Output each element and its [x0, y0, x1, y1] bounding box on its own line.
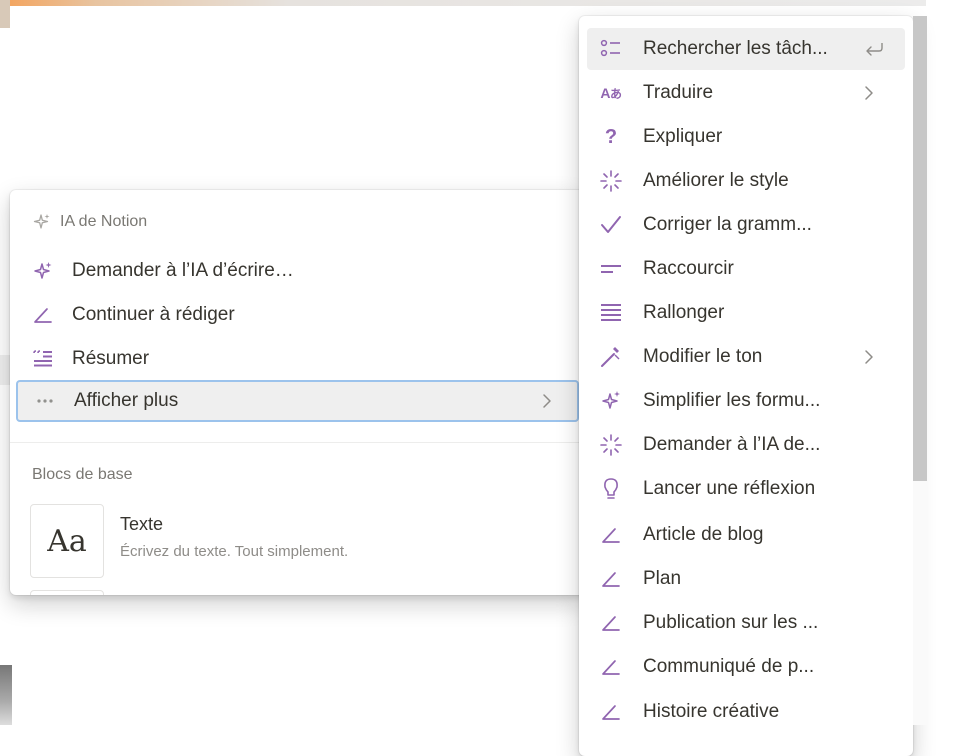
- item-label: Traduire: [643, 82, 714, 103]
- pen-icon: [599, 567, 623, 591]
- background-fragment: [926, 0, 961, 725]
- continue-writing-item[interactable]: Continuer à rédiger: [16, 294, 579, 336]
- background-top-bar: [0, 0, 961, 6]
- social-post-item[interactable]: Publication sur les ...: [587, 602, 905, 644]
- submenu-scrollbar-thumb[interactable]: [913, 16, 927, 481]
- lengthen-item[interactable]: Rallonger: [587, 292, 905, 334]
- basic-blocks-header: Blocs de base: [32, 466, 133, 484]
- text-block-item[interactable]: Aa Texte Écrivez du texte. Tout simpleme…: [30, 504, 570, 580]
- shorten-item[interactable]: Raccourcir: [587, 248, 905, 290]
- sparkle-icon: [599, 389, 623, 413]
- show-more-item[interactable]: Afficher plus: [16, 380, 579, 422]
- outline-item[interactable]: Plan: [587, 558, 905, 600]
- improve-style-item[interactable]: Améliorer le style: [587, 160, 905, 202]
- magic-burst-icon: [599, 433, 623, 457]
- text-block-info: Texte Écrivez du texte. Tout simplement.: [120, 514, 348, 560]
- item-label: Demander à l’IA de...: [643, 434, 821, 455]
- item-label: Plan: [643, 568, 682, 589]
- pen-icon: [32, 304, 54, 326]
- text-block-title: Texte: [120, 514, 164, 534]
- background-fragment: [0, 355, 10, 385]
- chevron-right-icon: [539, 393, 555, 409]
- translate-icon: Aあ: [600, 84, 622, 101]
- summarize-item[interactable]: Résumer: [16, 338, 579, 380]
- background-fragment: [0, 0, 10, 28]
- item-label: Communiqué de p...: [643, 656, 815, 677]
- checklist-icon: [599, 37, 623, 61]
- item-label: Demander à l’IA d’écrire…: [72, 260, 294, 281]
- item-label: Article de blog: [643, 524, 764, 545]
- summary-icon: [32, 348, 54, 370]
- text-block-thumbnail: Aa: [30, 504, 104, 578]
- next-block-thumbnail: [30, 590, 104, 595]
- text-block-description: Écrivez du texte. Tout simplement.: [120, 543, 349, 560]
- change-tone-item[interactable]: Modifier le ton: [587, 336, 905, 378]
- ask-ai-to-item[interactable]: Demander à l’IA de...: [587, 424, 905, 466]
- item-label: Afficher plus: [74, 390, 179, 411]
- section-divider: [10, 442, 585, 443]
- ai-section-header: IA de Notion: [32, 212, 147, 232]
- enter-icon: [863, 41, 885, 57]
- translate-item[interactable]: Aあ Traduire: [587, 72, 905, 114]
- simplify-language-item[interactable]: Simplifier les formu...: [587, 380, 905, 422]
- pen-icon: [599, 523, 623, 547]
- item-label: Rallonger: [643, 302, 725, 323]
- item-label: Corriger la gramm...: [643, 214, 812, 235]
- item-label: Lancer une réflexion: [643, 478, 816, 499]
- ai-section-title: IA de Notion: [60, 213, 148, 230]
- item-label: Raccourcir: [643, 258, 734, 279]
- pen-icon: [599, 655, 623, 679]
- press-release-item[interactable]: Communiqué de p...: [587, 646, 905, 688]
- ellipsis-icon: [34, 390, 56, 412]
- lengthen-icon: [599, 301, 623, 325]
- item-label: Publication sur les ...: [643, 612, 819, 633]
- check-icon: [599, 213, 623, 237]
- brainstorm-item[interactable]: Lancer une réflexion: [587, 468, 905, 510]
- ask-ai-to-write-item[interactable]: Demander à l’IA d’écrire…: [16, 250, 579, 292]
- sparkle-icon: [32, 212, 52, 232]
- item-label: Simplifier les formu...: [643, 390, 821, 411]
- item-label: Résumer: [72, 348, 150, 369]
- shorten-icon: [599, 257, 623, 281]
- find-action-items-item[interactable]: Rechercher les tâch...: [587, 28, 905, 70]
- chevron-right-icon: [861, 349, 877, 365]
- magic-burst-icon: [599, 169, 623, 193]
- slash-command-menu: IA de Notion Demander à l’IA d’écrire… C…: [10, 190, 585, 595]
- pen-icon: [599, 700, 623, 724]
- item-label: Expliquer: [643, 126, 723, 147]
- chevron-right-icon: [861, 85, 877, 101]
- ai-submenu: Rechercher les tâch... Aあ Traduire ? Exp…: [579, 16, 913, 756]
- explain-item[interactable]: ? Expliquer: [587, 116, 905, 158]
- wand-icon: [599, 345, 623, 369]
- fix-grammar-item[interactable]: Corriger la gramm...: [587, 204, 905, 246]
- item-label: Modifier le ton: [643, 346, 763, 367]
- item-label: Histoire créative: [643, 701, 780, 722]
- item-label: Continuer à rédiger: [72, 304, 235, 325]
- basic-blocks-title: Blocs de base: [32, 466, 133, 483]
- question-icon: ?: [604, 125, 618, 148]
- sparkle-icon: [32, 260, 54, 282]
- blog-post-item[interactable]: Article de blog: [587, 514, 905, 556]
- pen-icon: [599, 611, 623, 635]
- lightbulb-icon: [599, 477, 623, 501]
- item-label: Améliorer le style: [643, 170, 789, 191]
- background-fragment: [0, 665, 12, 725]
- creative-story-item[interactable]: Histoire créative: [587, 691, 905, 733]
- item-label: Rechercher les tâch...: [643, 38, 828, 59]
